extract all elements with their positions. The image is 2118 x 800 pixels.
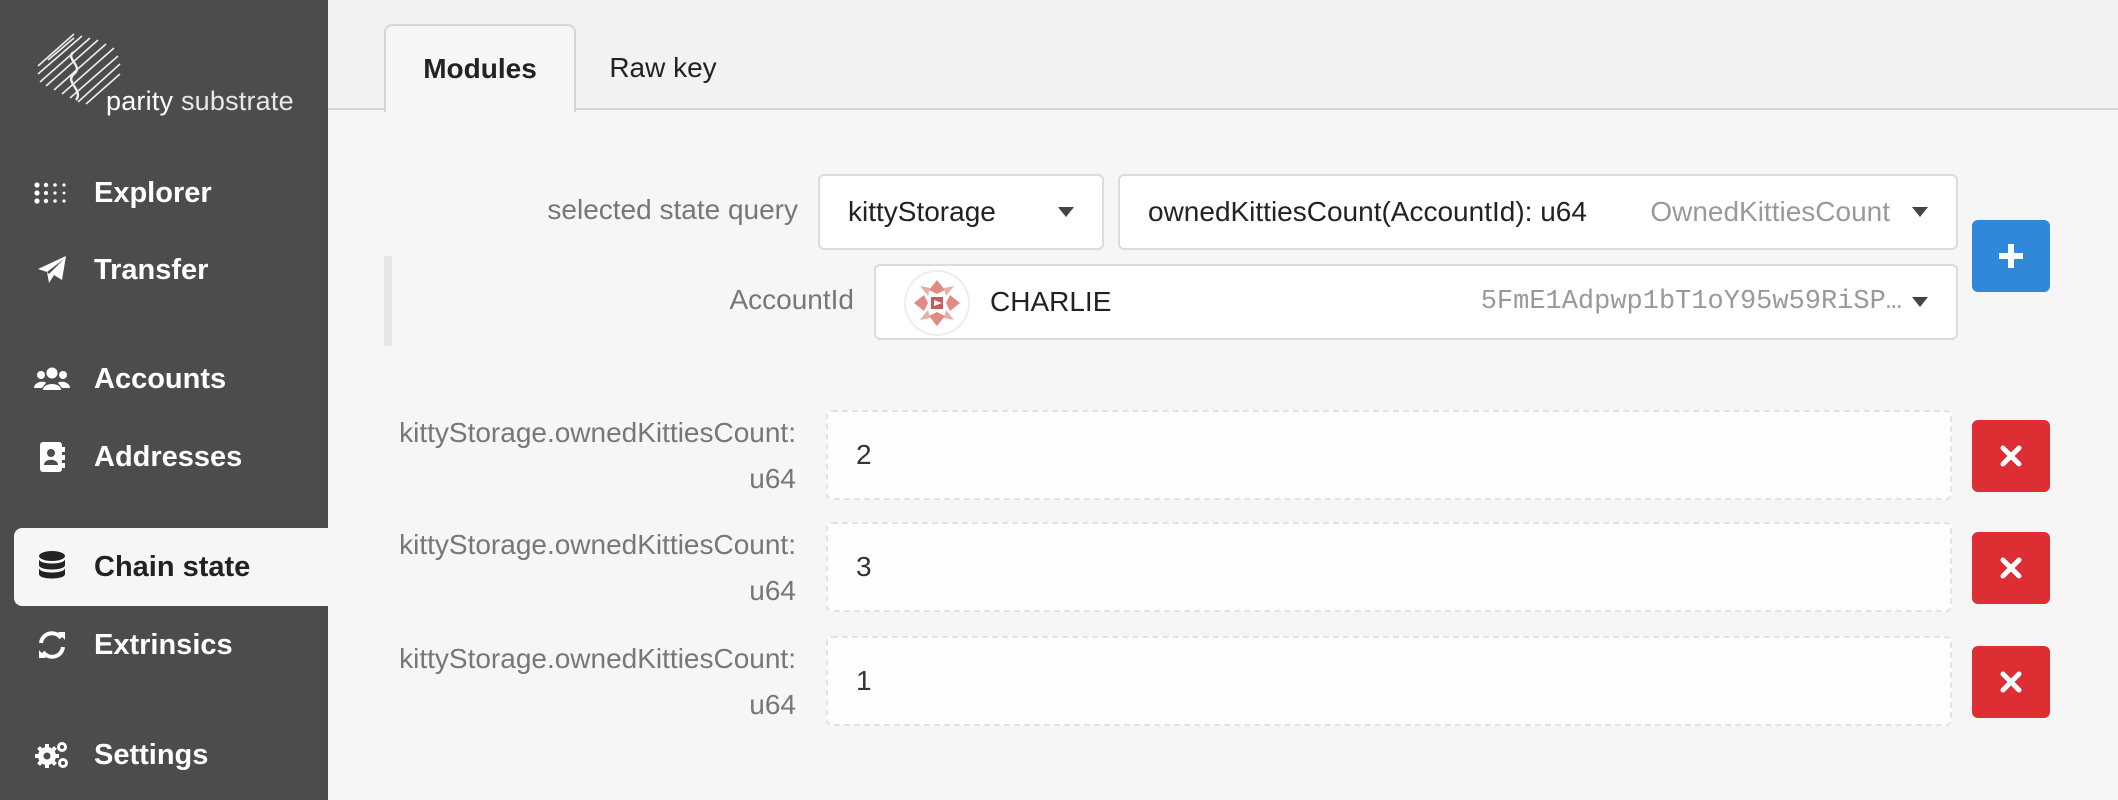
parity-substrate-logo[interactable]: parity substrate	[34, 30, 294, 120]
sidebar: parity substrate Explorer Transfer Accou…	[0, 0, 328, 800]
sidebar-item-accounts[interactable]: Accounts	[14, 340, 328, 418]
chevron-down-icon	[1912, 207, 1928, 217]
sidebar-item-label: Extrinsics	[94, 628, 233, 661]
database-icon	[32, 547, 72, 587]
close-icon	[2000, 445, 2022, 467]
account-select[interactable]: CHARLIE 5FmE1Adpwp1bT1oY95w59RiSP…	[874, 264, 1958, 340]
sidebar-item-label: Addresses	[94, 440, 243, 473]
result-value: 2	[826, 410, 1952, 500]
identicon-avatar	[904, 270, 970, 336]
plus-icon	[1999, 244, 2023, 268]
brand-name: parity	[106, 86, 174, 116]
method-select-value: ownedKittiesCount(AccountId): u64	[1148, 196, 1587, 227]
close-icon	[2000, 671, 2022, 693]
result-value: 1	[826, 636, 1952, 726]
remove-query-button[interactable]	[1972, 532, 2050, 604]
address-book-icon	[32, 437, 72, 477]
sync-icon	[32, 625, 72, 665]
close-icon	[2000, 557, 2022, 579]
sidebar-item-label: Settings	[94, 738, 209, 771]
account-name: CHARLIE	[990, 286, 1112, 317]
result-label: kittyStorage.ownedKittiesCount: u64	[399, 643, 796, 720]
sidebar-item-label: Transfer	[94, 253, 209, 286]
tab-raw-key[interactable]: Raw key	[588, 24, 738, 112]
tab-modules[interactable]: Modules	[384, 24, 576, 112]
sidebar-item-settings[interactable]: Settings	[14, 716, 328, 794]
cogs-icon	[32, 735, 72, 775]
method-hint: OwnedKittiesCount	[1650, 196, 1890, 227]
users-icon	[32, 359, 72, 399]
paper-plane-icon	[32, 250, 72, 290]
chevron-down-icon	[1912, 297, 1928, 307]
module-select[interactable]: kittyStorage	[818, 174, 1104, 250]
sidebar-item-label: Explorer	[94, 176, 212, 209]
add-query-button[interactable]	[1972, 220, 2050, 292]
chevron-down-icon	[1058, 207, 1074, 217]
sidebar-item-explorer[interactable]: Explorer	[14, 154, 328, 232]
module-select-value: kittyStorage	[848, 196, 996, 227]
param-indent-bar	[384, 256, 392, 346]
sidebar-item-addresses[interactable]: Addresses	[14, 418, 328, 496]
tab-bar: Modules Raw key	[328, 0, 2118, 112]
result-value: 3	[826, 522, 1952, 612]
explorer-icon	[32, 173, 72, 213]
remove-query-button[interactable]	[1972, 646, 2050, 718]
result-label: kittyStorage.ownedKittiesCount: u64	[399, 529, 796, 606]
account-address: 5FmE1Adpwp1bT1oY95w59RiSP…	[1480, 287, 1902, 317]
sidebar-item-chain-state[interactable]: Chain state	[14, 528, 328, 606]
result-label: kittyStorage.ownedKittiesCount: u64	[399, 417, 796, 494]
brand-product: substrate	[180, 86, 294, 116]
sidebar-item-label: Chain state	[94, 550, 251, 583]
method-select[interactable]: ownedKittiesCount(AccountId): u64 OwnedK…	[1118, 174, 1958, 250]
remove-query-button[interactable]	[1972, 420, 2050, 492]
sidebar-item-transfer[interactable]: Transfer	[14, 231, 328, 309]
query-label: selected state query	[547, 194, 798, 225]
sidebar-item-label: Accounts	[94, 362, 227, 395]
param-label: AccountId	[729, 284, 854, 315]
sidebar-item-extrinsics[interactable]: Extrinsics	[14, 606, 328, 684]
